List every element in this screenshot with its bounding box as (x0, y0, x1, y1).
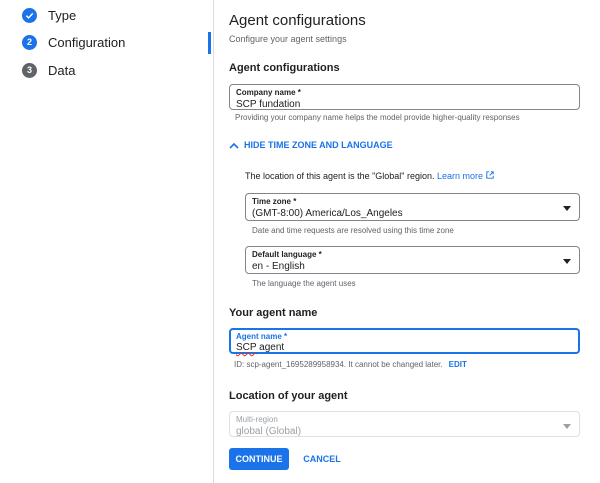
step-type[interactable]: Type (22, 6, 76, 24)
agent-config-heading: Agent configurations (229, 62, 340, 74)
step-label: Data (48, 62, 76, 78)
location-info-text: The location of this agent is the "Globa… (245, 171, 435, 181)
chevron-up-icon (229, 142, 239, 149)
cancel-button[interactable]: CANCEL (297, 448, 347, 470)
continue-button[interactable]: CONTINUE (229, 448, 289, 470)
agent-name-rest: agent (256, 342, 285, 353)
language-hint: The language the agent uses (252, 279, 356, 288)
agent-id-text: ID: scp-agent_1695289958934. It cannot b… (234, 360, 443, 369)
dropdown-arrow-icon (563, 424, 571, 429)
toggle-label: HIDE TIME ZONE AND LANGUAGE (244, 140, 393, 150)
agent-name-field[interactable]: Agent name * SCP agent (229, 328, 580, 354)
language-value: en - English (252, 261, 305, 272)
agent-name-heading: Your agent name (229, 307, 318, 319)
main-content: Agent configurations Configure your agen… (229, 0, 589, 483)
timezone-value: (GMT-8:00) America/Los_Angeles (252, 208, 403, 219)
step-number: 3 (22, 62, 37, 78)
language-label: Default language * (252, 250, 322, 259)
timezone-select[interactable]: Time zone * (GMT-8:00) America/Los_Angel… (245, 193, 580, 221)
step-label: Configuration (48, 34, 126, 50)
agent-id-line: ID: scp-agent_1695289958934. It cannot b… (234, 360, 467, 369)
page-subtitle: Configure your agent settings (229, 34, 347, 44)
location-info: The location of this agent is the "Globa… (245, 171, 494, 181)
agent-name-label: Agent name * (236, 332, 288, 341)
step-data[interactable]: 3 Data (22, 61, 75, 79)
location-heading: Location of your agent (229, 390, 348, 402)
hide-timezone-toggle[interactable]: HIDE TIME ZONE AND LANGUAGE (229, 140, 393, 150)
step-number: 2 (22, 34, 37, 50)
step-configuration[interactable]: 2 Configuration (22, 33, 125, 51)
learn-more-label: Learn more (437, 171, 484, 181)
dropdown-arrow-icon (563, 206, 571, 211)
active-step-indicator (208, 32, 211, 54)
company-name-label: Company name * (236, 88, 301, 97)
timezone-hint: Date and time requests are resolved usin… (252, 226, 454, 235)
sidebar-divider (213, 0, 214, 483)
region-label: Multi-region (236, 415, 278, 424)
language-select[interactable]: Default language * en - English (245, 246, 580, 274)
learn-more-link[interactable]: Learn more (437, 171, 494, 181)
step-label: Type (48, 7, 77, 23)
company-name-input[interactable]: SCP fundation (236, 99, 300, 110)
company-name-hint: Providing your company name helps the mo… (235, 113, 520, 122)
agent-name-misspelled: SCP (236, 342, 257, 353)
external-link-icon (485, 171, 494, 179)
company-name-field[interactable]: Company name * SCP fundation (229, 84, 580, 110)
region-value: global (Global) (236, 426, 302, 437)
agent-name-input[interactable]: SCP agent (236, 342, 284, 353)
region-select: Multi-region global (Global) (229, 411, 580, 437)
check-icon (22, 7, 37, 23)
page-title: Agent configurations (229, 12, 366, 29)
stepper-sidebar: Type 2 Configuration 3 Data (0, 0, 211, 483)
edit-id-button[interactable]: EDIT (449, 360, 467, 369)
dropdown-arrow-icon (563, 259, 571, 264)
timezone-label: Time zone * (252, 197, 297, 206)
